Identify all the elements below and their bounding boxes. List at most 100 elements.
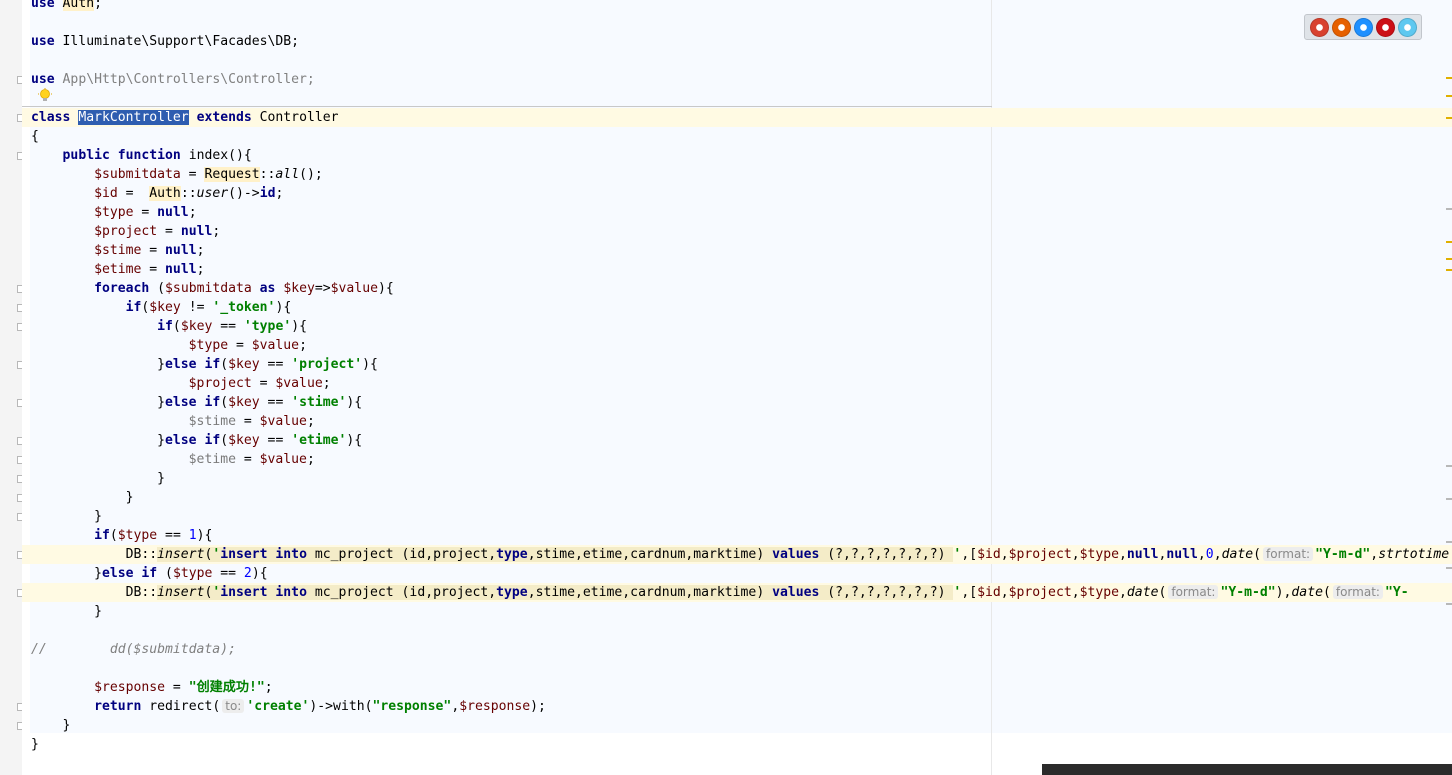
code-token: ;: [306, 414, 315, 429]
code-line[interactable]: {: [31, 127, 39, 146]
chrome-icon[interactable]: [1309, 17, 1329, 37]
code-token: (: [172, 319, 181, 334]
code-token: $value: [275, 376, 323, 391]
code-token: }: [31, 566, 102, 581]
code-line[interactable]: }else if($key == 'project'){: [31, 355, 378, 374]
code-line[interactable]: return redirect(to:'create')->with("resp…: [31, 697, 546, 716]
code-line[interactable]: use Illuminate\Support\Facades\DB;: [31, 32, 299, 51]
code-line[interactable]: $etime = $value;: [31, 450, 315, 469]
error-stripe-marker[interactable]: [1446, 498, 1452, 500]
code-token: $type: [94, 205, 134, 220]
code-line[interactable]: if($key == 'type'){: [31, 317, 307, 336]
code-line[interactable]: $type = $value;: [31, 336, 307, 355]
code-token: null: [1126, 547, 1159, 562]
code-token: $project: [94, 224, 158, 239]
code-line[interactable]: public function index(){: [31, 146, 252, 165]
error-stripe-marker[interactable]: [1446, 567, 1452, 569]
error-stripe-marker[interactable]: [1446, 208, 1452, 210]
code-token: ()->: [228, 186, 260, 201]
code-token: insert into: [220, 547, 307, 562]
code-line[interactable]: // dd($submitdata);: [31, 640, 236, 659]
error-stripe-marker[interactable]: [1446, 603, 1452, 605]
code-token: all: [275, 167, 300, 182]
code-token: }: [31, 490, 134, 505]
code-token: insert: [157, 547, 205, 562]
code-line[interactable]: }else if ($type == 2){: [31, 564, 268, 583]
code-line[interactable]: $project = null;: [31, 222, 220, 241]
code-token: "Y-m-d": [1315, 547, 1371, 562]
code-token: if: [94, 528, 110, 543]
code-token: $key: [149, 300, 181, 315]
code-token: ){: [275, 300, 292, 315]
code-token: $value: [330, 281, 378, 296]
code-token: 'project': [291, 357, 363, 372]
code-line[interactable]: use Auth;: [31, 0, 102, 13]
code-line[interactable]: }else if($key == 'etime'){: [31, 431, 362, 450]
code-line[interactable]: foreach ($submitdata as $key=>$value){: [31, 279, 394, 298]
code-line[interactable]: $response = "创建成功!";: [31, 678, 273, 697]
code-token: null: [1166, 547, 1198, 562]
code-line[interactable]: use App\Http\Controllers\Controller;: [31, 70, 315, 89]
code-token: if: [141, 566, 158, 581]
code-token: $key: [283, 281, 315, 296]
code-line[interactable]: }else if($key == 'stime'){: [31, 393, 362, 412]
code-token: date: [1221, 547, 1254, 562]
code-line[interactable]: DB::insert('insert into mc_project (id,p…: [31, 545, 1449, 564]
code-line[interactable]: $id = Auth::user()->id;: [31, 184, 283, 203]
code-line[interactable]: $submitdata = Request::all();: [31, 165, 323, 184]
error-stripe-marker[interactable]: [1446, 95, 1452, 97]
code-token: ;: [188, 205, 197, 220]
parameter-hint: format:: [1332, 585, 1383, 599]
code-line[interactable]: }: [31, 469, 165, 488]
error-stripe-marker[interactable]: [1446, 269, 1452, 271]
error-stripe-marker[interactable]: [1446, 77, 1452, 79]
code-token: use: [31, 0, 55, 11]
code-line[interactable]: }: [31, 488, 134, 507]
code-line[interactable]: class MarkController extends Controller: [31, 108, 338, 127]
code-token: =: [117, 186, 150, 201]
code-token: ==: [259, 433, 292, 448]
opera-icon[interactable]: [1375, 17, 1395, 37]
code-line[interactable]: }: [31, 735, 39, 754]
code-token: ;: [196, 262, 205, 277]
error-stripe-marker[interactable]: [1446, 258, 1452, 260]
error-stripe-marker[interactable]: [1446, 541, 1452, 543]
intention-bulb-icon[interactable]: [38, 88, 52, 104]
code-line[interactable]: $project = $value;: [31, 374, 331, 393]
code-line[interactable]: if($type == 1){: [31, 526, 212, 545]
code-line[interactable]: if($key != '_token'){: [31, 298, 292, 317]
code-token: ==: [157, 528, 189, 543]
code-token: strtotime: [1378, 547, 1450, 562]
code-line[interactable]: $type = null;: [31, 203, 197, 222]
browser-preview-toolbar: [1304, 14, 1422, 40]
error-stripe-marker[interactable]: [1446, 465, 1452, 467]
code-line[interactable]: }: [31, 507, 102, 526]
ie-icon[interactable]: [1397, 17, 1417, 37]
error-stripe-marker[interactable]: [1446, 117, 1452, 119]
code-token: $type: [117, 528, 158, 543]
safari-icon[interactable]: [1353, 17, 1373, 37]
code-line[interactable]: }: [31, 716, 71, 735]
code-token: ){: [251, 566, 268, 581]
code-line[interactable]: $stime = null;: [31, 241, 204, 260]
code-line[interactable]: $etime = null;: [31, 260, 204, 279]
code-line[interactable]: $stime = $value;: [31, 412, 315, 431]
code-line[interactable]: }: [31, 602, 102, 621]
code-token: $key: [228, 433, 260, 448]
code-token: =: [235, 452, 260, 467]
code-line[interactable]: DB::insert('insert into mc_project (id,p…: [31, 583, 1409, 602]
code-token: else: [101, 566, 134, 581]
error-stripe-marker[interactable]: [1446, 241, 1452, 243]
code-token: ,stime,etime,cardnum,marktime): [527, 585, 773, 600]
code-token: date: [1291, 585, 1323, 600]
code-token: ;: [196, 243, 205, 258]
code-token: ){: [346, 395, 363, 410]
code-token: ==: [212, 319, 244, 334]
firefox-icon[interactable]: [1331, 17, 1351, 37]
